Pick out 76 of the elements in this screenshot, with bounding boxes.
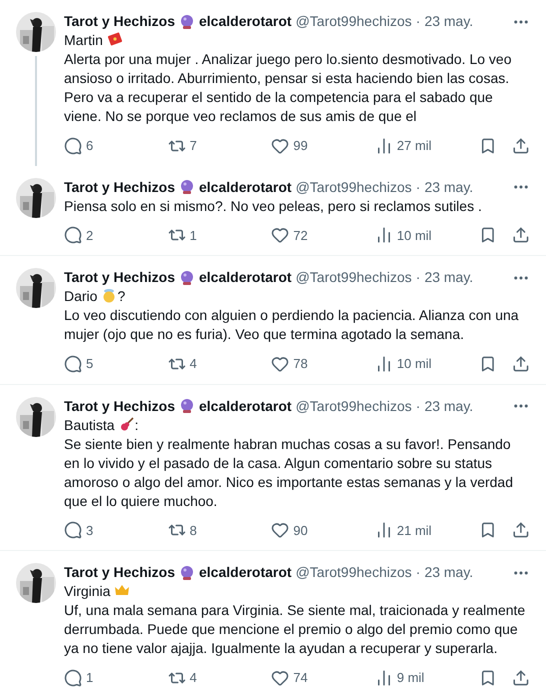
- view-count: 21 mil: [396, 522, 432, 540]
- crystal-ball-icon: [179, 270, 195, 286]
- author-name-2[interactable]: elcalderotarot: [199, 178, 292, 196]
- reply-icon[interactable]: [64, 354, 82, 373]
- post-date[interactable]: 23 may.: [424, 268, 474, 287]
- post-date[interactable]: 23 may.: [424, 12, 474, 31]
- crystal-ball-icon: [179, 179, 195, 195]
- like-icon[interactable]: [271, 226, 290, 244]
- author-name[interactable]: Tarot y Hechizos: [64, 178, 175, 196]
- post-text: Alerta por una mujer . Analizar juego pero lo.siento desmotivado. Lo veo ansioso o irritado. Aburrimiento, pensar si esta haciendo bien las cosas. Pero va a recuperar el sentido de la competencia para el sabado que viene. No se porque veo reclamos de sus amis de que el: [64, 50, 512, 126]
- author-name-2[interactable]: elcalderotarot: [199, 563, 292, 582]
- user-handle[interactable]: @Tarot99hechizos: [296, 563, 412, 582]
- crystal-ball-icon: [179, 14, 195, 30]
- reply-count: 3: [86, 522, 94, 540]
- separator-dot: ·: [416, 268, 420, 287]
- post-text: Se siente bien y realmente habran muchas cosas a su favor!. Pensando en lo vivido y el pasado de la casa. Algun comentario sobre su status amoroso o algo del amor. Nico es importante estas semanas y la verdad que el lo quiere muchoo.: [64, 434, 514, 510]
- reply-icon[interactable]: [64, 521, 82, 540]
- like-count: 99: [293, 137, 308, 155]
- author-name[interactable]: Tarot y Hechizos: [64, 12, 175, 31]
- repost-count: 4: [190, 355, 197, 373]
- like-count: 78: [293, 355, 308, 373]
- repost-count: 1: [190, 226, 197, 244]
- post-heading: Bautista :: [64, 416, 140, 434]
- post-text: Lo veo discutiendo con alguien o perdiendo la paciencia. Alianza con una mujer (ojo que no es furia). Veo que termina agotado la semana.: [64, 306, 520, 344]
- view-count: 27 mil: [396, 137, 432, 155]
- reply-icon[interactable]: [64, 136, 82, 155]
- post-heading: Virginia: [64, 582, 530, 601]
- crystal-ball-icon: [179, 564, 195, 580]
- post-heading: Martin: [64, 31, 530, 50]
- view-count: 10 mil: [396, 226, 432, 244]
- like-icon[interactable]: [271, 668, 290, 687]
- guitar-icon: [118, 416, 135, 432]
- like-icon[interactable]: [271, 354, 290, 373]
- like-icon[interactable]: [271, 521, 290, 540]
- view-count: 10 mil: [396, 355, 432, 373]
- user-handle[interactable]: @Tarot99hechizos: [296, 396, 412, 416]
- crystal-ball-icon: [179, 398, 195, 414]
- post-text: Uf, una mala semana para Virginia. Se siente mal, traicionada y realmente derrumbada. Puede que mencione el premio o algo del premio como que ya no tiene valor ajajja. Igualmente la ayudan a recuperar y superarla.: [64, 601, 526, 658]
- author-name-2[interactable]: elcalderotarot: [199, 12, 292, 31]
- reply-count: 2: [86, 226, 94, 244]
- like-count: 90: [293, 522, 308, 540]
- post-date[interactable]: 23 may.: [424, 396, 474, 416]
- post-date[interactable]: 23 may.: [424, 563, 474, 582]
- like-count: 72: [293, 226, 308, 244]
- reply-count: 6: [86, 137, 94, 155]
- share-icon[interactable]: [512, 226, 530, 244]
- post-heading: Dario ?: [64, 287, 126, 306]
- reply-icon[interactable]: [64, 668, 82, 687]
- share-icon[interactable]: [512, 521, 530, 540]
- repost-count: 7: [190, 137, 197, 155]
- reply-icon[interactable]: [64, 226, 82, 244]
- like-icon[interactable]: [271, 136, 290, 155]
- author-name-2[interactable]: elcalderotarot: [199, 396, 292, 416]
- repost-count: 8: [190, 522, 197, 540]
- view-count: 9 mil: [396, 669, 424, 687]
- separator-dot: ·: [416, 178, 420, 196]
- user-handle[interactable]: @Tarot99hechizos: [296, 178, 412, 196]
- share-icon[interactable]: [512, 354, 530, 373]
- reply-count: 1: [86, 669, 94, 687]
- user-handle[interactable]: @Tarot99hechizos: [296, 12, 412, 31]
- author-name[interactable]: Tarot y Hechizos: [64, 396, 175, 416]
- separator-dot: ·: [416, 396, 420, 416]
- author-name-2[interactable]: elcalderotarot: [199, 268, 292, 287]
- like-count: 74: [293, 669, 308, 687]
- reply-count: 5: [86, 355, 94, 373]
- repost-count: 4: [190, 669, 197, 687]
- post-date[interactable]: 23 may.: [424, 178, 474, 196]
- user-handle[interactable]: @Tarot99hechizos: [296, 268, 412, 287]
- share-icon[interactable]: [512, 668, 530, 687]
- post-text: Piensa solo en si mismo?. No veo peleas, pero si reclamos sutiles .: [64, 196, 483, 216]
- author-name[interactable]: Tarot y Hechizos: [64, 268, 175, 287]
- share-icon[interactable]: [512, 136, 530, 155]
- author-name[interactable]: Tarot y Hechizos: [64, 563, 175, 582]
- separator-dot: ·: [416, 12, 420, 31]
- separator-dot: ·: [416, 563, 420, 582]
- halo-smiley-icon: [101, 287, 118, 303]
